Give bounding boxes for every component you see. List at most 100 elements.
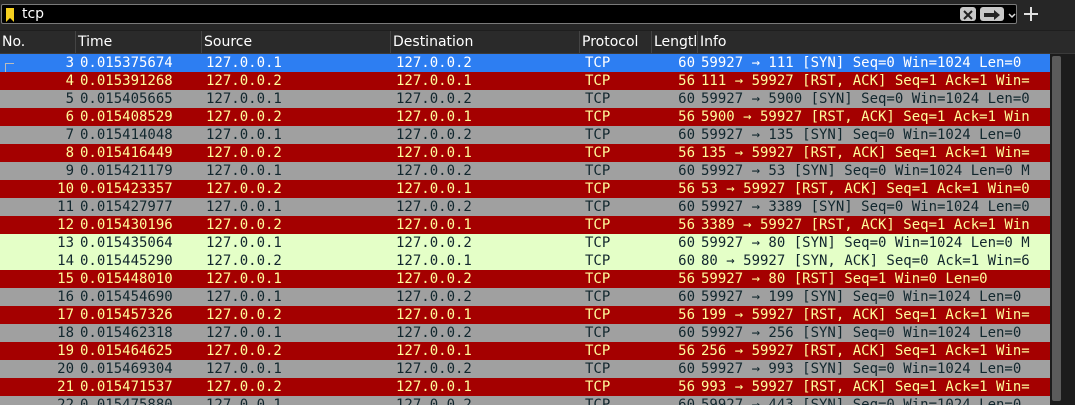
packet-number: 17 [57,307,74,323]
packet-length: 60 [678,361,695,377]
packet-row[interactable]: 17 0.015457326 127.0.0.2 127.0.0.1 TCP 56 199 … [0,306,1050,324]
packet-source: 127.0.0.1 [206,361,282,377]
column-header-no[interactable]: No. [0,31,76,53]
packet-destination: 127.0.0.2 [396,91,472,107]
packet-number: 18 [57,325,74,341]
packet-destination: 127.0.0.2 [396,235,472,251]
packet-protocol: TCP [585,73,611,89]
packet-protocol: TCP [585,253,611,269]
packet-source: 127.0.0.2 [206,73,282,89]
plus-icon[interactable] [1022,5,1040,23]
packet-protocol: TCP [585,145,611,161]
packet-row[interactable]: 14 0.015445290 127.0.0.2 127.0.0.1 TCP 60 80 →… [0,252,1050,270]
packet-number: 19 [57,343,74,359]
packet-row[interactable]: 7 0.015414048 127.0.0.1 127.0.0.2 TCP 60 59927… [0,126,1050,144]
vertical-scrollbar[interactable] [1050,54,1075,405]
packet-time: 0.015471537 [80,379,173,395]
packet-row[interactable]: 11 0.015427977 127.0.0.1 127.0.0.2 TCP 60 5992… [0,198,1050,216]
packet-time: 0.015391268 [80,73,173,89]
packet-protocol: TCP [585,325,611,341]
packet-protocol: TCP [585,271,611,287]
packet-info: 80 → 59927 [SYN, ACK] Seq=0 Ack=1 Win=6 [701,253,1030,269]
packet-info: 59927 → 199 [SYN] Seq=0 Win=1024 Len=0 [701,289,1022,305]
packet-info: 59927 → 993 [SYN] Seq=0 Win=1024 Len=0 [701,361,1022,377]
packet-protocol: TCP [585,217,611,233]
packet-protocol: TCP [585,181,611,197]
packet-destination: 127.0.0.1 [396,253,472,269]
packet-destination: 127.0.0.2 [396,199,472,215]
packet-row[interactable]: 19 0.015464625 127.0.0.2 127.0.0.1 TCP 56 256 … [0,342,1050,360]
packet-row[interactable]: 4 0.015391268 127.0.0.2 127.0.0.1 TCP 56 111 →… [0,72,1050,90]
scrollbar-thumb[interactable] [1052,56,1061,401]
packet-time: 0.015408529 [80,109,173,125]
packet-length: 56 [678,73,695,89]
packet-row[interactable]: 22 0.015475880 127.0.0.1 127.0.0.2 TCP 60 5992… [0,396,1050,405]
packet-protocol: TCP [585,55,611,71]
packet-destination: 127.0.0.1 [396,217,472,233]
packet-number: 8 [65,145,74,161]
column-header-time[interactable]: Time [76,31,202,53]
packet-protocol: TCP [585,361,611,377]
packet-destination: 127.0.0.2 [396,163,472,179]
packet-time: 0.015435064 [80,235,173,251]
packet-source: 127.0.0.1 [206,235,282,251]
column-header-protocol[interactable]: Protocol [580,31,652,53]
chevron-down-icon[interactable] [1007,7,1017,21]
packet-row[interactable]: 20 0.015469304 127.0.0.1 127.0.0.2 TCP 60 5992… [0,360,1050,378]
packet-number: 14 [57,253,74,269]
packet-destination: 127.0.0.2 [396,325,472,341]
packet-info: 59927 → 256 [SYN] Seq=0 Win=1024 Len=0 [701,325,1022,341]
packet-protocol: TCP [585,307,611,323]
packet-time: 0.015375674 [80,55,173,71]
packet-number: 12 [57,217,74,233]
packet-info: 59927 → 3389 [SYN] Seq=0 Win=1024 Len=0 [701,199,1030,215]
packet-source: 127.0.0.1 [206,127,282,143]
packet-protocol: TCP [585,163,611,179]
packet-source: 127.0.0.2 [206,379,282,395]
packet-time: 0.015445290 [80,253,173,269]
packet-time: 0.015421179 [80,163,173,179]
bookmark-icon[interactable] [4,7,16,22]
packet-row[interactable]: 16 0.015454690 127.0.0.1 127.0.0.2 TCP 60 5992… [0,288,1050,306]
packet-length: 60 [678,253,695,269]
packet-source: 127.0.0.1 [206,55,282,71]
packet-destination: 127.0.0.2 [396,397,472,405]
packet-info: 5900 → 59927 [RST, ACK] Seq=1 Ack=1 Win [701,109,1030,125]
packet-length: 60 [678,91,695,107]
packet-protocol: TCP [585,343,611,359]
packet-row[interactable]: 12 0.015430196 127.0.0.2 127.0.0.1 TCP 56 3389… [0,216,1050,234]
packet-row[interactable]: 10 0.015423357 127.0.0.2 127.0.0.1 TCP 56 53 →… [0,180,1050,198]
packet-length: 60 [678,55,695,71]
packet-list: 3 0.015375674 127.0.0.1 127.0.0.2 TCP 60 59927… [0,54,1050,405]
packet-row[interactable]: 15 0.015448010 127.0.0.1 127.0.0.2 TCP 56 5992… [0,270,1050,288]
packet-time: 0.015405665 [80,91,173,107]
packet-source: 127.0.0.1 [206,163,282,179]
display-filter-input[interactable]: tcp [1,4,1017,24]
packet-length: 56 [678,109,695,125]
packet-info: 59927 → 80 [RST] Seq=1 Win=0 Len=0 [701,271,988,287]
packet-destination: 127.0.0.1 [396,379,472,395]
packet-number: 20 [57,361,74,377]
packet-row[interactable]: 3 0.015375674 127.0.0.1 127.0.0.2 TCP 60 59927… [0,54,1050,82]
packet-info: 59927 → 111 [SYN] Seq=0 Win=1024 Len=0 [701,55,1022,71]
packet-row[interactable]: 21 0.015471537 127.0.0.2 127.0.0.1 TCP 56 993 … [0,378,1050,396]
packet-number: 5 [65,91,74,107]
packet-row[interactable]: 8 0.015416449 127.0.0.2 127.0.0.1 TCP 56 135 →… [0,144,1050,162]
packet-row[interactable]: 18 0.015462318 127.0.0.1 127.0.0.2 TCP 60 5992… [0,324,1050,342]
column-header-source[interactable]: Source [202,31,391,53]
packet-row[interactable]: 13 0.015435064 127.0.0.1 127.0.0.2 TCP 60 5992… [0,234,1050,252]
packet-row[interactable]: 6 0.015408529 127.0.0.2 127.0.0.1 TCP 56 5900 … [0,108,1050,126]
column-header-destination[interactable]: Destination [391,31,580,53]
clear-filter-icon[interactable] [960,7,976,21]
column-header-length[interactable]: Lengtl [652,31,698,53]
column-header-info[interactable]: Info [698,31,1075,53]
packet-protocol: TCP [585,109,611,125]
packet-time: 0.015464625 [80,343,173,359]
display-filter-toolbar: tcp [0,0,1075,30]
apply-filter-arrow-icon[interactable] [980,7,1004,21]
packet-row[interactable]: 5 0.015405665 127.0.0.1 127.0.0.2 TCP 60 59927… [0,90,1050,108]
packet-protocol: TCP [585,289,611,305]
packet-number: 15 [57,271,74,287]
packet-source: 127.0.0.1 [206,271,282,287]
packet-row[interactable]: 9 0.015421179 127.0.0.1 127.0.0.2 TCP 60 59927… [0,162,1050,180]
